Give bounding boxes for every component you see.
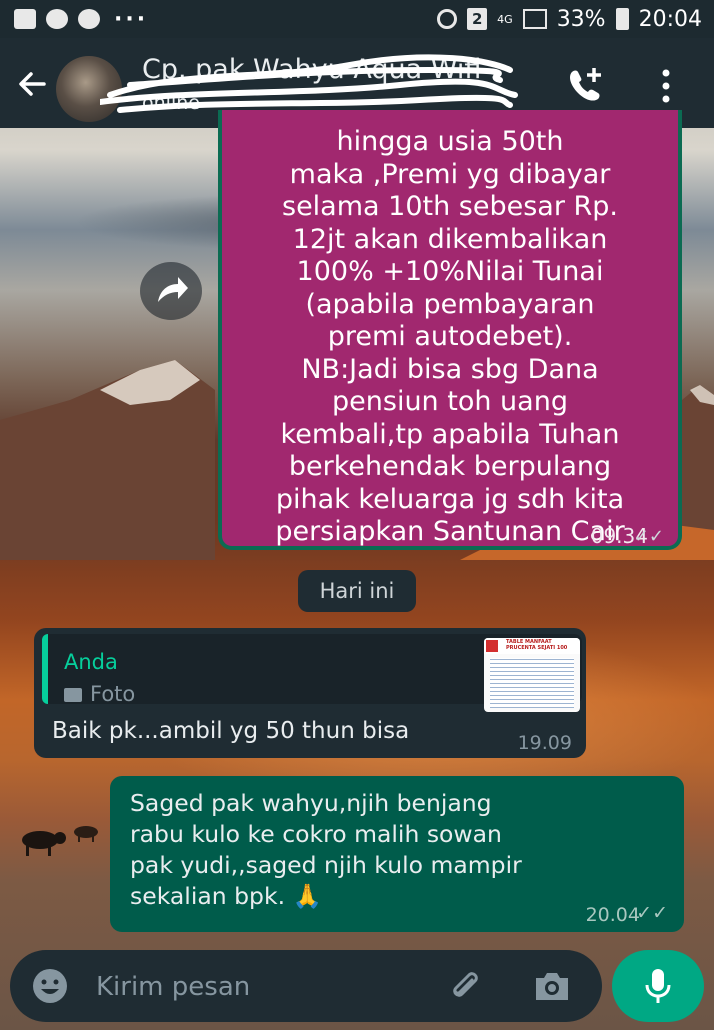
add-call-icon[interactable]: [566, 66, 604, 102]
back-arrow-icon[interactable]: [14, 66, 50, 102]
emoji-icon[interactable]: [32, 968, 68, 1004]
message-time: 19.09: [517, 732, 572, 754]
camera-icon[interactable]: [532, 968, 572, 1004]
battery-icon: [615, 8, 629, 30]
outgoing-message-bubble[interactable]: Saged pak wahyu,njih benjang rabu kulo k…: [110, 776, 684, 932]
read-ticks-icon: ✓✓: [633, 526, 664, 547]
more-dots-icon: ···: [114, 6, 149, 32]
photo-icon: [64, 688, 82, 702]
date-separator: Hari ini: [298, 570, 416, 612]
more-vert-icon[interactable]: [660, 68, 672, 104]
incoming-message-text: Baik pk...ambil yg 50 thun bisa: [52, 718, 410, 744]
quote-author: Anda: [64, 650, 118, 674]
quoted-message[interactable]: Anda Foto TABLE MANFAAT PRUCENTA SEJATI …: [42, 634, 582, 712]
status-bar: ··· 2 4G 33% 20:04: [0, 0, 714, 38]
status-time: 20:04: [638, 6, 702, 32]
thumbnail-logo: [486, 640, 498, 652]
quote-thumbnail[interactable]: TABLE MANFAAT PRUCENTA SEJATI 100: [484, 638, 580, 712]
chat-bubble-icon: [78, 9, 100, 29]
forwarded-message-text: hingga usia 50th maka ,Premi yg dibayar …: [275, 126, 625, 547]
incoming-message-bubble[interactable]: Anda Foto TABLE MANFAAT PRUCENTA SEJATI …: [34, 628, 586, 758]
forward-button[interactable]: [140, 262, 202, 320]
image-icon: [14, 9, 36, 29]
thumbnail-title: TABLE MANFAAT PRUCENTA SEJATI 100: [506, 639, 568, 651]
message-composer: [10, 950, 602, 1022]
wallpaper-yaks: [22, 826, 98, 856]
forwarded-message-bubble[interactable]: hingga usia 50th maka ,Premi yg dibayar …: [218, 110, 682, 550]
voice-message-button[interactable]: [612, 950, 704, 1022]
network-type: 4G: [497, 12, 513, 26]
battery-percent: 33%: [556, 6, 606, 32]
redaction-scribble: [100, 54, 518, 113]
quote-type: Foto: [90, 682, 136, 706]
alarm-icon: [437, 9, 458, 29]
read-ticks-icon: ✓✓: [636, 902, 668, 924]
outgoing-message-text: Saged pak wahyu,njih benjang rabu kulo k…: [130, 789, 522, 910]
sim-badge: 2: [467, 8, 488, 30]
signal-icon: [522, 9, 547, 29]
forward-icon: [158, 277, 188, 302]
chat-bubble-icon: [46, 9, 68, 29]
attach-icon[interactable]: [446, 968, 482, 1004]
mic-icon: [645, 969, 671, 1003]
message-time: 20.04: [585, 904, 640, 926]
message-input[interactable]: [94, 964, 428, 1010]
thumbnail-table: [490, 658, 574, 708]
quote-bar: [42, 634, 48, 704]
